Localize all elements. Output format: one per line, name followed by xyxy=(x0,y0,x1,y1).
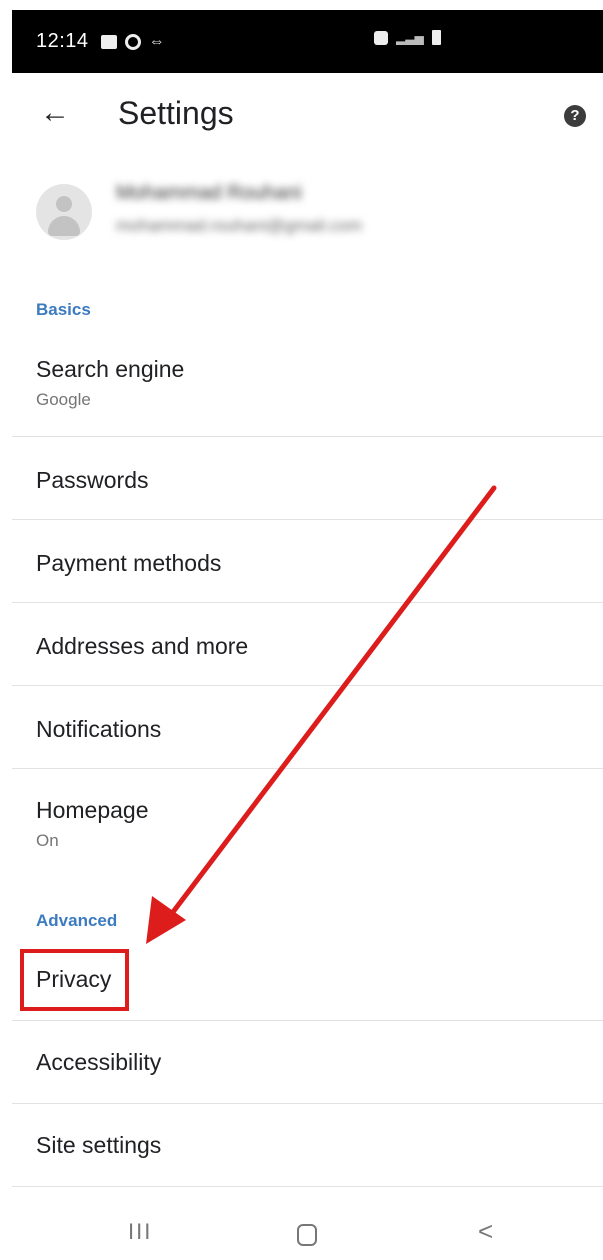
status-bar: 12:14 ⇔ ▂▃▅ xyxy=(12,10,603,73)
battery-icon xyxy=(431,30,441,45)
avatar xyxy=(36,184,92,240)
item-title: Passwords xyxy=(36,467,149,493)
privacy-highlight-box xyxy=(20,949,129,1011)
page-title: Settings xyxy=(118,95,234,131)
settings-item-accessibility[interactable]: Accessibility xyxy=(12,1021,603,1103)
settings-item-site-settings[interactable]: Site settings xyxy=(12,1104,603,1186)
recent-apps-icon[interactable]: III xyxy=(128,1219,152,1245)
back-icon[interactable]: < xyxy=(478,1216,493,1247)
app-bar: ← Settings ? xyxy=(0,73,603,157)
item-title: Addresses and more xyxy=(36,633,249,659)
section-header-advanced: Advanced xyxy=(36,911,118,930)
item-title: Accessibility xyxy=(36,1049,162,1075)
settings-item-passwords[interactable]: Passwords xyxy=(12,437,603,519)
settings-item-payment-methods[interactable]: Payment methods xyxy=(12,520,603,602)
status-system-icons: ▂▃▅ xyxy=(374,30,441,45)
link-icon: ⇔ xyxy=(148,32,165,50)
account-email: mohammad.rouhani@gmail.com xyxy=(116,216,362,235)
home-icon[interactable] xyxy=(297,1224,317,1246)
item-title: Payment methods xyxy=(36,550,222,576)
status-time: 12:14 xyxy=(36,30,89,52)
arrow-left-icon[interactable]: ← xyxy=(40,93,76,133)
settings-item-addresses[interactable]: Addresses and more xyxy=(12,603,603,685)
section-header-basics: Basics xyxy=(36,300,91,319)
item-title: Search engine xyxy=(36,356,185,382)
signal-icon: ▂▃▅ xyxy=(396,30,424,45)
settings-item-search-engine[interactable]: Search engine Google xyxy=(12,340,603,436)
gallery-icon xyxy=(100,34,117,49)
settings-item-homepage[interactable]: Homepage On xyxy=(12,769,603,869)
system-nav-bar: III < xyxy=(0,1207,603,1260)
settings-screen: 12:14 ⇔ ▂▃▅ ← Settings ? Mohammad Rouhan… xyxy=(0,0,603,1260)
item-title: Homepage xyxy=(36,797,149,823)
avatar-head-icon xyxy=(56,196,72,212)
settings-item-notifications[interactable]: Notifications xyxy=(12,686,603,768)
item-subtitle: Google xyxy=(36,390,91,409)
alarm-icon xyxy=(374,30,388,45)
item-title: Site settings xyxy=(36,1132,162,1158)
account-row[interactable]: Mohammad Rouhani mohammad.rouhani@gmail.… xyxy=(0,168,603,258)
item-subtitle: On xyxy=(36,831,59,850)
status-notification-icons: ⇔ xyxy=(100,32,165,51)
divider xyxy=(12,1186,603,1187)
avatar-body-icon xyxy=(48,216,80,236)
help-circle-icon[interactable]: ? xyxy=(564,105,586,127)
sync-icon xyxy=(124,33,141,50)
account-name: Mohammad Rouhani xyxy=(116,182,302,204)
item-title: Notifications xyxy=(36,716,162,742)
